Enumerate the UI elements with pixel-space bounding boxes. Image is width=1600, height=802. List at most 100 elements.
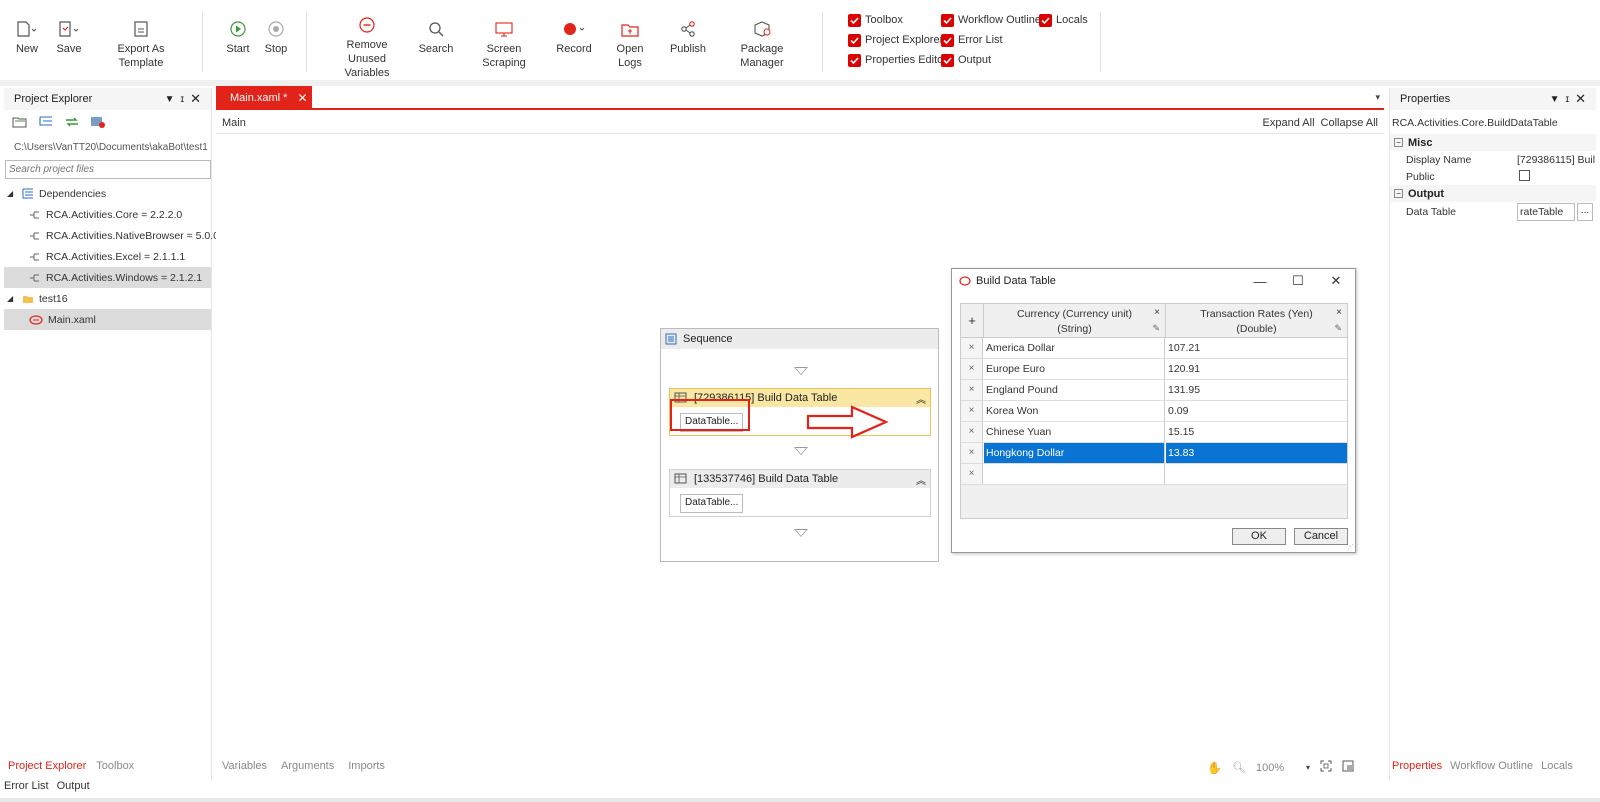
drop-indicator-icon[interactable]	[794, 447, 808, 455]
output-toggle[interactable]: Output	[941, 52, 991, 68]
cell-rate[interactable]: 107.21	[1166, 338, 1347, 358]
locals-toggle[interactable]: Locals	[1039, 12, 1088, 28]
expand-all-button[interactable]: Expand All	[1263, 117, 1315, 129]
table-row[interactable]: × England Pound 131.95	[961, 380, 1347, 401]
screen-scraping-button[interactable]: Screen Scraping	[466, 0, 542, 80]
collapse-box-icon[interactable]: −	[1394, 189, 1403, 198]
add-column-button[interactable]: +	[961, 304, 984, 338]
build-data-table-activity[interactable]: [133537746] Build Data Table ︽ DataTable…	[669, 469, 931, 517]
tree-node-dependency[interactable]: RCA.Activities.Windows = 2.1.2.1	[4, 267, 211, 288]
table-row[interactable]: × America Dollar 107.21	[961, 338, 1347, 359]
table-row-selected[interactable]: × Hongkong Dollar 13.83	[961, 443, 1347, 464]
breadcrumb-main[interactable]: Main	[222, 117, 246, 129]
tab-toolbox[interactable]: Toolbox	[96, 760, 134, 776]
tab-properties[interactable]: Properties	[1392, 760, 1442, 776]
remove-column-icon[interactable]: ×	[1336, 305, 1342, 320]
cell-rate[interactable]: 131.95	[1166, 380, 1347, 400]
cell-rate[interactable]: 15.15	[1166, 422, 1347, 442]
tree-node-dependencies[interactable]: ◢ Dependencies	[4, 183, 211, 204]
export-template-button[interactable]: Export As Template	[96, 0, 186, 80]
close-tab-icon[interactable]: ✕	[297, 91, 307, 105]
close-icon[interactable]: ✕	[1575, 91, 1586, 107]
table-row[interactable]: × Korea Won 0.09	[961, 401, 1347, 422]
tree-node-dependency[interactable]: RCA.Activities.Excel = 2.1.1.1	[4, 246, 211, 267]
delete-row-button[interactable]: ×	[961, 401, 983, 421]
dropdown-icon[interactable]: ▼	[1550, 94, 1560, 105]
ok-button[interactable]: OK	[1232, 528, 1286, 545]
tree-node-main-xaml[interactable]: Main.xaml	[4, 309, 211, 330]
collapse-triangle-icon[interactable]: ◢	[7, 189, 17, 198]
start-button[interactable]: Start	[225, 0, 251, 80]
tree-node-dependency[interactable]: RCA.Activities.NativeBrowser = 5.0.0.2	[4, 225, 228, 246]
search-button[interactable]: Search	[418, 0, 454, 80]
stop-button[interactable]: Stop	[263, 0, 289, 80]
cell-rate[interactable]: 120.91	[1166, 359, 1347, 379]
property-section-misc[interactable]: − Misc	[1390, 134, 1596, 151]
fit-to-screen-icon[interactable]	[1320, 760, 1332, 775]
delete-row-button[interactable]: ×	[961, 338, 983, 358]
pin-icon[interactable]: ɪ	[1566, 94, 1570, 105]
dropdown-icon[interactable]: ▼	[165, 94, 175, 105]
tab-locals[interactable]: Locals	[1541, 760, 1573, 776]
cell-currency[interactable]: England Pound	[984, 380, 1165, 400]
collapse-chevron-icon[interactable]: ︽	[916, 391, 926, 406]
project-explorer-toggle[interactable]: Project Explorer	[848, 32, 943, 48]
cell-currency[interactable]: Chinese Yuan	[984, 422, 1165, 442]
cell-rate[interactable]	[1166, 464, 1347, 484]
collapse-box-icon[interactable]: −	[1394, 138, 1403, 147]
datatable-button[interactable]: DataTable...	[680, 494, 744, 513]
delete-row-button[interactable]: ×	[961, 443, 983, 463]
pin-icon[interactable]: ɪ	[181, 94, 185, 105]
properties-editor-toggle[interactable]: Properties Editor	[848, 52, 947, 68]
display-name-input[interactable]: [729386115] Buil	[1517, 154, 1596, 166]
package-manager-button[interactable]: Package Manager	[718, 0, 806, 80]
table-row[interactable]: × Europe Euro 120.91	[961, 359, 1347, 380]
tree-node-dependency[interactable]: RCA.Activities.Core = 2.2.2.0	[4, 204, 211, 225]
collapse-all-button[interactable]: Collapse All	[1321, 117, 1378, 129]
remove-unused-variables-button[interactable]: Remove Unused Variables	[328, 0, 406, 80]
expand-tree-icon[interactable]	[38, 115, 54, 132]
record-button[interactable]: Record	[554, 0, 594, 80]
tree-node-project-folder[interactable]: ◢ test16	[4, 288, 211, 309]
zoom-dropdown-icon[interactable]: ▾	[1306, 763, 1310, 772]
cancel-button[interactable]: Cancel	[1294, 528, 1348, 545]
open-folder-icon[interactable]	[12, 115, 28, 132]
table-row[interactable]: × Chinese Yuan 15.15	[961, 422, 1347, 443]
tab-overflow-icon[interactable]: ▾	[1375, 92, 1380, 103]
edit-column-icon[interactable]: ✎	[1334, 321, 1342, 336]
collapse-triangle-icon[interactable]: ◢	[7, 294, 17, 303]
overview-map-icon[interactable]	[1342, 760, 1354, 775]
cell-currency[interactable]: Europe Euro	[984, 359, 1165, 379]
refresh-icon[interactable]	[64, 115, 80, 132]
zoom-icon[interactable]: 🔍︎	[1232, 761, 1246, 774]
delete-row-button[interactable]: ×	[961, 464, 983, 484]
remove-column-icon[interactable]: ×	[1154, 305, 1160, 320]
toolbox-toggle[interactable]: Toolbox	[848, 12, 903, 28]
cell-rate[interactable]: 13.83	[1166, 443, 1347, 463]
tab-workflow-outline[interactable]: Workflow Outline	[1450, 760, 1533, 776]
tab-arguments[interactable]: Arguments	[281, 760, 334, 772]
open-logs-button[interactable]: Open Logs	[604, 0, 656, 80]
workflow-outline-toggle[interactable]: Workflow Outline	[941, 12, 1041, 28]
data-table-browse-button[interactable]: ...	[1577, 203, 1593, 221]
public-checkbox[interactable]	[1519, 169, 1530, 181]
zoom-level[interactable]: 100%	[1256, 762, 1296, 774]
maximize-icon[interactable]: ☐	[1279, 273, 1317, 289]
column-header-rates[interactable]: Transaction Rates (Yen) (Double) × ✎	[1166, 304, 1347, 338]
delete-row-button[interactable]: ×	[961, 359, 983, 379]
pan-hand-icon[interactable]: ✋	[1207, 761, 1222, 775]
table-row-new[interactable]: ×	[961, 464, 1347, 485]
collapse-chevron-icon[interactable]: ︽	[916, 472, 926, 487]
new-button[interactable]: New	[12, 0, 42, 80]
error-list-toggle[interactable]: Error List	[941, 32, 1003, 48]
remove-unused-icon[interactable]	[90, 115, 106, 132]
sequence-activity[interactable]: Sequence [729386115] Build Data Table ︽ …	[660, 328, 939, 562]
drop-indicator-icon[interactable]	[794, 367, 808, 375]
delete-row-button[interactable]: ×	[961, 380, 983, 400]
tab-main-xaml[interactable]: Main.xaml * ✕	[216, 86, 312, 110]
property-section-output[interactable]: − Output	[1390, 185, 1596, 202]
cell-currency[interactable]: Hongkong Dollar	[984, 443, 1165, 463]
close-icon[interactable]: ✕	[190, 91, 201, 107]
column-header-currency[interactable]: Currency (Currency unit) (String) × ✎	[984, 304, 1166, 338]
minimize-icon[interactable]: —	[1241, 274, 1279, 289]
